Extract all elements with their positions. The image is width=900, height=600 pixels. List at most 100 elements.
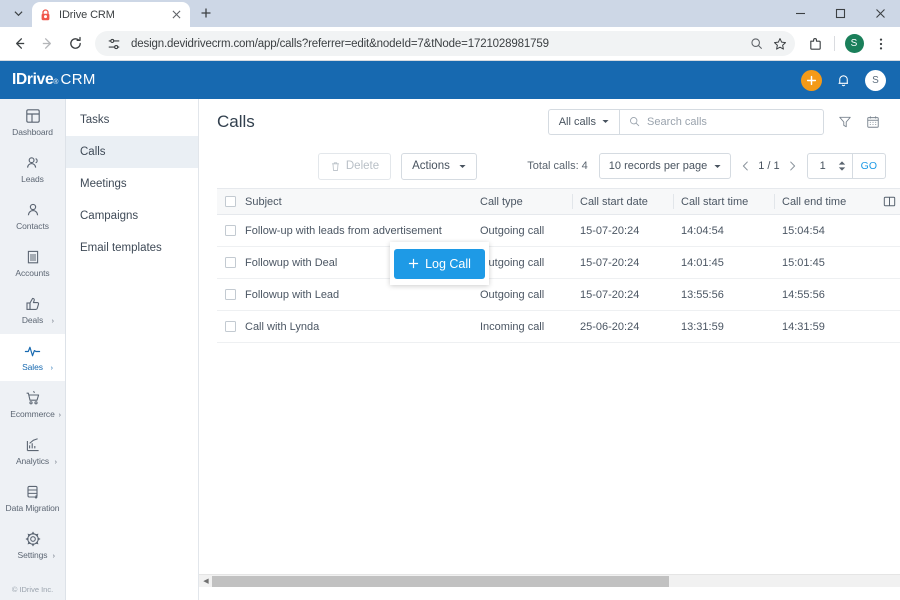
sidebar-item-data-migration[interactable]: Data Migration	[0, 475, 65, 522]
browser-tab[interactable]: IDrive CRM	[32, 2, 190, 27]
sidebar-item-accounts[interactable]: Accounts	[0, 240, 65, 287]
horizontal-scrollbar[interactable]: ◀	[199, 574, 900, 587]
app-logo[interactable]: IDriv e ® CRM	[12, 71, 96, 89]
stepper-up-down-icon[interactable]	[838, 160, 852, 172]
scrollbar-thumb[interactable]	[212, 575, 669, 587]
settings-gear-icon	[24, 531, 41, 547]
sidebar-item-leads[interactable]: Leads	[0, 146, 65, 193]
cell-call-start-date: 15-07-20:24	[572, 246, 673, 279]
new-tab-button[interactable]	[193, 0, 219, 26]
address-bar[interactable]: design.devidrivecrm.com/app/calls?referr…	[95, 31, 795, 56]
search-input[interactable]: Search calls	[619, 108, 824, 135]
close-icon[interactable]	[860, 0, 900, 27]
subnav-item-tasks[interactable]: Tasks	[66, 104, 198, 136]
table-row[interactable]: Call with Lynda Incoming call 25-06-20:2…	[217, 310, 900, 343]
records-per-page-select[interactable]: 10 records per page	[598, 153, 732, 179]
go-button[interactable]: GO	[851, 154, 885, 178]
arrow-forward-icon[interactable]	[34, 31, 60, 57]
column-header-call-start-time[interactable]: Call start time	[673, 189, 774, 215]
table-row[interactable]: Followup with Lead Outgoing call 15-07-2…	[217, 278, 900, 311]
ecommerce-cart-icon	[25, 390, 41, 406]
logo-text-idriv: IDriv	[12, 71, 45, 88]
browser-window: IDrive CRM design.devidrivecrm.com/app/c…	[0, 0, 900, 600]
plus-circle-icon[interactable]	[801, 69, 822, 91]
star-icon[interactable]	[769, 33, 791, 55]
page-number-input[interactable]: 1	[808, 160, 838, 172]
trash-icon	[330, 161, 341, 172]
chevron-right-icon[interactable]	[789, 161, 796, 171]
funnel-filter-icon[interactable]	[832, 109, 858, 135]
records-per-page-label: 10 records per page	[608, 160, 708, 172]
cell-call-end-time: 15:04:54	[774, 214, 875, 247]
search-icon[interactable]	[745, 33, 767, 55]
sidebar-label: Dashboard	[12, 127, 53, 137]
log-call-label: Log Call	[425, 256, 471, 271]
row-checkbox[interactable]	[225, 321, 236, 332]
browser-toolbar: design.devidrivecrm.com/app/calls?referr…	[0, 27, 900, 60]
table-header-row: Subject Call type Call start date Call s…	[217, 188, 900, 215]
sidebar-item-contacts[interactable]: Contacts	[0, 193, 65, 240]
sidebar-item-dashboard[interactable]: Dashboard	[0, 99, 65, 146]
column-header-subject[interactable]: Subject	[217, 189, 472, 215]
subnav-item-calls[interactable]: Calls	[66, 136, 198, 168]
sidebar-label: Accounts	[15, 268, 50, 278]
pagination: 1 / 1	[742, 160, 795, 172]
chevron-left-icon[interactable]	[742, 161, 749, 171]
more-vertical-icon[interactable]	[868, 31, 894, 57]
call-filter-select[interactable]: All calls	[547, 108, 619, 135]
row-checkbox[interactable]	[225, 225, 236, 236]
sidebar-item-deals[interactable]: Deals ›	[0, 287, 65, 334]
row-checkbox[interactable]	[225, 289, 236, 300]
column-settings-icon[interactable]	[883, 195, 900, 208]
deals-thumbsup-icon	[25, 296, 41, 312]
select-all-checkbox[interactable]	[225, 196, 236, 207]
actions-dropdown[interactable]: Actions	[401, 152, 477, 180]
tab-list-chevron-down-icon[interactable]	[4, 0, 32, 27]
sidebar-label: Data Migration	[5, 503, 60, 513]
table-head: Subject Call type Call start date Call s…	[217, 188, 900, 215]
extensions-puzzle-icon[interactable]	[802, 31, 828, 57]
data-migration-icon	[25, 484, 41, 500]
reload-icon[interactable]	[62, 31, 88, 57]
minimize-icon[interactable]	[780, 0, 820, 27]
sidebar-item-analytics[interactable]: Analytics ›	[0, 428, 65, 475]
main-content: Calls All calls Search calls Delete Acti…	[199, 99, 900, 600]
column-header-call-type[interactable]: Call type	[472, 189, 572, 215]
table-row[interactable]: Followup with Deal Outgoing call 15-07-2…	[217, 246, 900, 279]
subject-text: Followup with Lead	[245, 288, 340, 301]
actions-label: Actions	[412, 160, 450, 172]
tune-icon[interactable]	[105, 35, 123, 53]
scrollbar-track[interactable]	[212, 575, 899, 587]
column-settings-cell[interactable]	[875, 189, 900, 215]
user-avatar[interactable]: S	[865, 69, 886, 91]
subnav-item-meetings[interactable]: Meetings	[66, 168, 198, 200]
chevron-right-icon: ›	[54, 459, 57, 466]
profile-avatar[interactable]: S	[841, 31, 867, 57]
sidebar-item-ecommerce[interactable]: Ecommerce ›	[0, 381, 65, 428]
scroll-left-arrow-icon[interactable]: ◀	[200, 577, 212, 585]
logo-text-e: e	[44, 71, 54, 88]
cell-spacer	[875, 278, 900, 311]
delete-button[interactable]: Delete	[317, 152, 392, 180]
delete-label: Delete	[345, 160, 380, 172]
tab-close-icon[interactable]	[169, 8, 183, 22]
log-call-button[interactable]: Log Call	[394, 248, 485, 279]
sidebar-item-settings[interactable]: Settings ›	[0, 522, 65, 569]
subnav-item-email-templates[interactable]: Email templates	[66, 232, 198, 264]
column-header-call-end-time[interactable]: Call end time	[774, 189, 875, 215]
page-title: Calls	[217, 111, 255, 131]
maximize-icon[interactable]	[820, 0, 860, 27]
subnav-item-campaigns[interactable]: Campaigns	[66, 200, 198, 232]
total-calls-label: Total calls: 4	[527, 160, 588, 172]
column-header-call-start-date[interactable]: Call start date	[572, 189, 673, 215]
bell-icon[interactable]	[836, 73, 851, 88]
sidebar-item-sales[interactable]: Sales ›	[0, 334, 65, 381]
subnav-label: Meetings	[80, 178, 127, 190]
row-checkbox[interactable]	[225, 257, 236, 268]
header-label: Subject	[245, 195, 282, 208]
arrow-back-icon[interactable]	[6, 31, 32, 57]
calendar-icon[interactable]	[860, 109, 886, 135]
table-row[interactable]: Follow-up with leads from advertisement …	[217, 214, 900, 247]
cell-subject[interactable]: Call with Lynda	[217, 310, 472, 343]
sidebar-label: Sales	[22, 362, 43, 372]
